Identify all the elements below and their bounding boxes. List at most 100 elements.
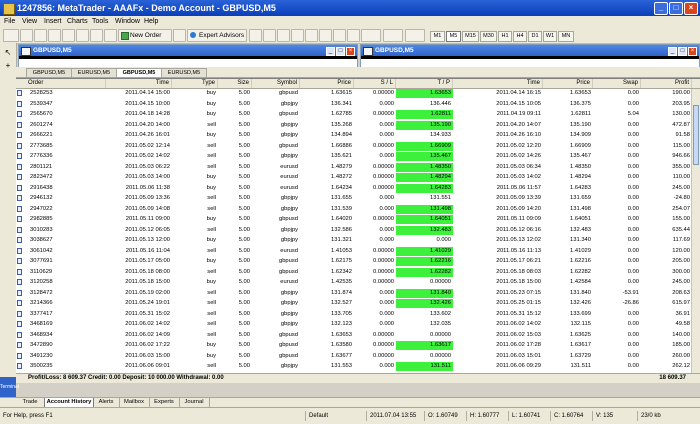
menu-insert[interactable]: Insert — [44, 17, 62, 26]
expert-advisors-button[interactable]: Expert Advisors — [187, 29, 247, 42]
table-row[interactable]: 3500235 2011.06.06 09:01 sell 5.00 gbpjpy 131… — [16, 362, 700, 371]
menu-help[interactable]: Help — [144, 17, 158, 26]
maximize-button[interactable]: □ — [669, 2, 683, 15]
indicators-icon[interactable] — [361, 29, 381, 42]
chart-tab[interactable]: EURUSD,M5 — [71, 68, 117, 77]
chart-window-right[interactable]: GBPUSD,M5 _ □ × — [360, 44, 700, 69]
open-icon[interactable] — [20, 29, 33, 42]
table-row[interactable]: 2776336 2011.05.02 14:02 sell 5.00 gbpjpy 135… — [16, 152, 700, 161]
table-row[interactable]: 2982885 2011.05.11 09:00 buy 5.00 gbpusd 1.64… — [16, 215, 700, 224]
table-row[interactable]: 2666221 2011.04.26 16:01 buy 5.00 gbpjpy 134.… — [16, 131, 700, 140]
table-row[interactable]: 3061042 2011.05.16 11:04 sell 5.00 eurusd 1.4… — [16, 246, 700, 256]
table-row[interactable]: 3214366 2011.05.24 19:01 sell 5.00 gbpjpy 132… — [16, 299, 700, 308]
chart-tab[interactable]: GBPUSD,M5 — [116, 68, 162, 77]
table-row[interactable]: 3468169 2011.06.02 14:02 sell 5.00 gbpjpy 132… — [16, 320, 700, 329]
column-header-profit[interactable]: Profit — [641, 79, 692, 88]
tab-mailbox[interactable]: Mailbox — [119, 398, 150, 407]
terminal-side-label[interactable]: Terminal — [0, 377, 19, 397]
table-row[interactable]: 3491230 2011.06.03 15:00 buy 5.00 gbpusd 1.63… — [16, 352, 700, 361]
table-row[interactable]: 2823472 2011.05.03 14:00 buy 5.00 eurusd 1.48… — [16, 173, 700, 182]
vertical-scrollbar[interactable] — [691, 89, 700, 373]
column-header-size[interactable]: Size — [218, 79, 252, 88]
timeframe-h1[interactable]: H1 — [498, 31, 512, 42]
column-header-close-time[interactable]: Time — [453, 79, 543, 88]
candlestick-icon[interactable] — [263, 29, 276, 42]
bar-chart-icon[interactable] — [249, 29, 262, 42]
templates-icon[interactable] — [405, 29, 425, 42]
timeframe-m15[interactable]: M15 — [462, 31, 479, 42]
terminal-icon[interactable] — [62, 29, 75, 42]
tab-trade[interactable]: Trade — [16, 398, 45, 407]
scrollbar-thumb[interactable] — [693, 105, 699, 165]
timeframe-d1[interactable]: D1 — [528, 31, 542, 42]
table-row[interactable]: 3110629 2011.05.18 08:00 sell 5.00 gbpusd 1.6… — [16, 267, 700, 277]
timeframe-h4[interactable]: H4 — [513, 31, 527, 42]
table-row[interactable]: 2601274 2011.04.20 14:00 sell 5.00 gbpjpy 135… — [16, 120, 700, 130]
menu-view[interactable]: View — [22, 17, 37, 26]
column-header-sl[interactable]: S / L — [354, 79, 396, 88]
timeframe-m5[interactable]: M5 — [446, 31, 461, 42]
menu-charts[interactable]: Charts — [67, 17, 88, 26]
menu-tools[interactable]: Tools — [92, 17, 108, 26]
table-row[interactable]: 3038627 2011.05.13 12:00 buy 5.00 gbpjpy 131.… — [16, 236, 700, 245]
chart-window-left[interactable]: GBPUSD,M5 _ □ × — [18, 44, 358, 69]
column-header-type[interactable]: Type — [172, 79, 218, 88]
new-order-button[interactable]: New Order — [118, 29, 172, 42]
close-button[interactable]: × — [684, 2, 698, 15]
column-header-tp[interactable]: T / P — [396, 79, 453, 88]
chart-tab[interactable]: EURUSD,M5 — [161, 68, 207, 77]
table-row[interactable]: 2565670 2011.04.18 14:28 buy 5.00 gbpusd 1.62… — [16, 110, 700, 119]
table-row[interactable]: 2773685 2011.05.02 12:14 sell 5.00 gbpusd 1.6… — [16, 141, 700, 151]
column-header-close-price[interactable]: Price — [543, 79, 593, 88]
cursor-icon[interactable]: ↖ — [3, 48, 13, 57]
chart-close-button[interactable]: × — [688, 47, 697, 56]
timeframe-w1[interactable]: W1 — [543, 31, 557, 42]
chart-maximize-button[interactable]: □ — [336, 47, 345, 56]
table-row[interactable]: 3472890 2011.06.02 17:22 buy 5.00 gbpusd 1.63… — [16, 341, 700, 350]
menu-window[interactable]: Window — [115, 17, 140, 26]
tab-journal[interactable]: Journal — [179, 398, 210, 407]
column-header-time[interactable]: Time — [106, 79, 172, 88]
zoom-in-icon[interactable] — [104, 29, 117, 42]
table-row[interactable]: 3120258 2011.05.18 15:00 buy 5.00 eurusd 1.42… — [16, 278, 700, 287]
new-chart-icon[interactable] — [3, 29, 19, 42]
table-row[interactable]: 3468934 2011.06.02 14:09 sell 5.00 gbpusd 1.6… — [16, 331, 700, 340]
metaeditor-icon[interactable] — [173, 29, 186, 42]
chart-shift-icon[interactable] — [333, 29, 346, 42]
tab-alerts[interactable]: Alerts — [93, 398, 120, 407]
column-header-swap[interactable]: Swap — [593, 79, 641, 88]
chart-maximize-button[interactable]: □ — [678, 47, 687, 56]
table-row[interactable]: 3128472 2011.05.19 02:00 sell 5.00 gbpjpy 131… — [16, 288, 700, 298]
chart-tab[interactable]: GBPUSD,M5 — [26, 68, 72, 77]
data-window-icon[interactable] — [90, 29, 103, 42]
column-header-symbol[interactable]: Symbol — [252, 79, 300, 88]
table-row[interactable]: 3010283 2011.05.12 06:05 sell 5.00 gbpjpy 132… — [16, 225, 700, 235]
table-row[interactable]: 2528253 2011.04.14 15:00 buy 5.00 gbpusd 1.63… — [16, 89, 700, 98]
navigator-icon[interactable] — [48, 29, 61, 42]
column-header-order[interactable]: Order — [16, 79, 106, 88]
table-row[interactable]: 2947022 2011.05.09 14:08 sell 5.00 gbpjpy 131… — [16, 204, 700, 214]
table-row[interactable]: 2539347 2011.04.15 10:00 buy 5.00 gbpjpy 136.… — [16, 100, 700, 109]
chart-close-button[interactable]: × — [346, 47, 355, 56]
timeframe-m1[interactable]: M1 — [430, 31, 445, 42]
menu-file[interactable]: File — [4, 17, 15, 26]
table-row[interactable]: 3077691 2011.05.17 05:00 buy 5.00 gbpusd 1.62… — [16, 257, 700, 266]
tile-windows-icon[interactable] — [319, 29, 332, 42]
periods-icon[interactable] — [383, 29, 403, 42]
line-chart-icon[interactable] — [277, 29, 290, 42]
chart-minimize-button[interactable]: _ — [668, 47, 677, 56]
autoscroll-icon[interactable] — [347, 29, 360, 42]
table-row[interactable]: 2916438 2011.05.06 11:38 buy 5.00 eurusd 1.64… — [16, 183, 700, 193]
chart-minimize-button[interactable]: _ — [326, 47, 335, 56]
zoom-out-chart-icon[interactable] — [305, 29, 318, 42]
crosshair-icon[interactable]: + — [3, 61, 13, 70]
timeframe-m30[interactable]: M30 — [480, 31, 497, 42]
minimize-button[interactable]: _ — [654, 2, 668, 15]
tester-icon[interactable] — [76, 29, 89, 42]
table-row[interactable]: 3377417 2011.05.31 15:02 sell 5.00 gbpjpy 133… — [16, 310, 700, 319]
tab-experts[interactable]: Experts — [149, 398, 180, 407]
column-header-price[interactable]: Price — [300, 79, 354, 88]
zoom-in-chart-icon[interactable] — [291, 29, 304, 42]
timeframe-mn[interactable]: MN — [558, 31, 574, 42]
market-watch-icon[interactable] — [34, 29, 47, 42]
